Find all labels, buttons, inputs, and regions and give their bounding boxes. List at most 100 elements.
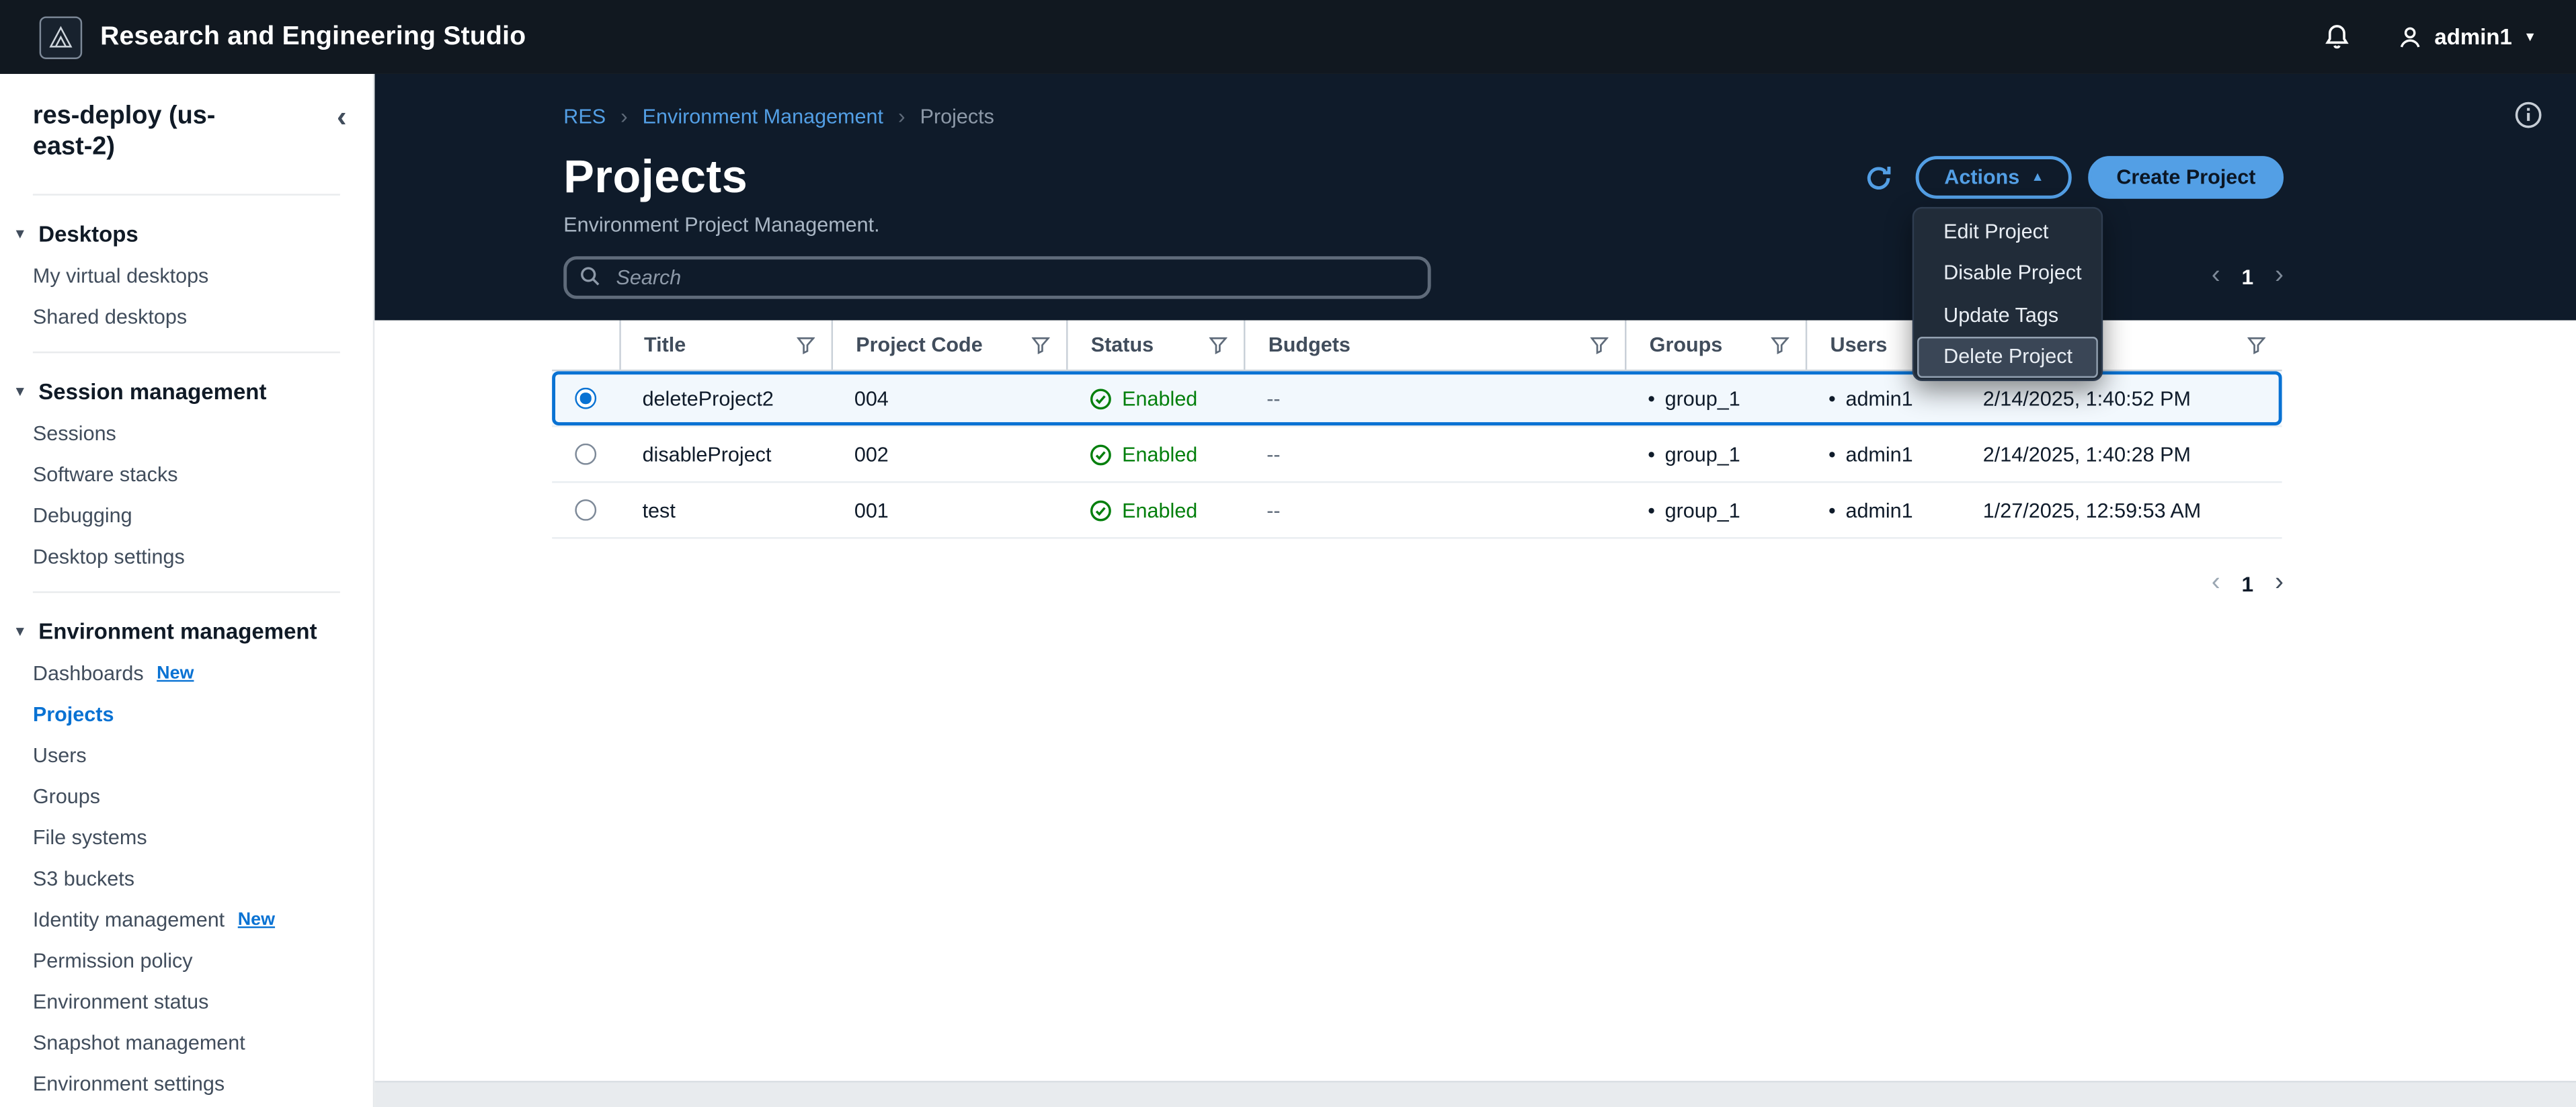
sidebar-item-file-systems[interactable]: File systems bbox=[0, 817, 373, 858]
sidebar-item-s3-buckets[interactable]: S3 buckets bbox=[0, 859, 373, 900]
info-icon[interactable] bbox=[2507, 93, 2550, 136]
row-radio[interactable] bbox=[575, 444, 596, 465]
cell-project-code: 002 bbox=[832, 443, 1066, 466]
sidebar-item-sessions[interactable]: Sessions bbox=[0, 413, 373, 454]
sidebar-item-snapshot-management[interactable]: Snapshot management bbox=[0, 1023, 373, 1064]
bottom-pagination: ‹ 1 › bbox=[2212, 570, 2284, 596]
filter-icon[interactable] bbox=[2247, 336, 2265, 354]
cell-budgets: -- bbox=[1244, 499, 1625, 522]
cell-users: •admin1 bbox=[1806, 387, 1960, 410]
filter-icon[interactable] bbox=[797, 336, 815, 354]
cell-created-on-value: 1/27/2025, 12:59:53 AM bbox=[1983, 499, 2201, 522]
pagination-page-number[interactable]: 1 bbox=[2242, 571, 2254, 596]
column-header-selection bbox=[552, 321, 619, 370]
main-content: RES › Environment Management › Projects … bbox=[374, 74, 2576, 1107]
pagination-prev-icon[interactable]: ‹ bbox=[2212, 263, 2220, 289]
create-project-button[interactable]: Create Project bbox=[2089, 156, 2284, 199]
page-header: RES › Environment Management › Projects … bbox=[374, 74, 2576, 321]
section-caret-down-icon: ▼ bbox=[13, 383, 28, 399]
table-row[interactable]: disableProject002Enabled--•group_1•admin… bbox=[552, 427, 2282, 483]
sidebar-item-label: S3 buckets bbox=[33, 867, 134, 892]
sidebar-divider bbox=[33, 351, 340, 352]
breadcrumb: RES › Environment Management › Projects bbox=[563, 104, 2284, 128]
sidebar-item-groups[interactable]: Groups bbox=[0, 776, 373, 817]
pagination-next-icon[interactable]: › bbox=[2275, 570, 2284, 596]
column-header-title[interactable]: Title bbox=[619, 321, 831, 370]
row-radio[interactable] bbox=[575, 499, 596, 521]
search-input[interactable] bbox=[563, 256, 1431, 299]
top-pagination: ‹ 1 › bbox=[2212, 263, 2284, 289]
column-header-project-code[interactable]: Project Code bbox=[832, 321, 1066, 370]
user-name: admin1 bbox=[2434, 25, 2512, 50]
cell-selection bbox=[552, 444, 619, 465]
sidebar-item-software-stacks[interactable]: Software stacks bbox=[0, 454, 373, 495]
column-header-budgets[interactable]: Budgets bbox=[1244, 321, 1625, 370]
sidebar-item-dashboards[interactable]: Dashboards New bbox=[0, 653, 373, 694]
refresh-icon[interactable] bbox=[1857, 156, 1900, 199]
bullet-icon: • bbox=[1648, 387, 1655, 410]
filter-icon[interactable] bbox=[1032, 336, 1050, 354]
cell-status: Enabled bbox=[1066, 443, 1244, 466]
sidebar-item-environment-settings[interactable]: Environment settings bbox=[0, 1064, 373, 1105]
pagination-next-icon[interactable]: › bbox=[2275, 263, 2284, 289]
bullet-icon: • bbox=[1828, 443, 1836, 466]
search-icon bbox=[578, 264, 601, 295]
pagination-page-number[interactable]: 1 bbox=[2242, 263, 2254, 288]
row-radio[interactable] bbox=[575, 388, 596, 409]
filter-icon[interactable] bbox=[1209, 336, 1227, 354]
column-header-label: Title bbox=[644, 333, 686, 356]
menu-item-disable-project[interactable]: Disable Project bbox=[1914, 252, 2101, 294]
cell-status: Enabled bbox=[1066, 387, 1244, 410]
cell-title-value: disableProject bbox=[643, 443, 772, 466]
table-content: TitleProject CodeStatusBudgetsGroupsUser… bbox=[374, 321, 2576, 1081]
pagination-prev-icon[interactable]: ‹ bbox=[2212, 570, 2220, 596]
cell-title: disableProject bbox=[619, 443, 831, 466]
actions-button[interactable]: Actions ▲ bbox=[1917, 156, 2072, 199]
sidebar-item-label: Dashboards bbox=[33, 661, 144, 686]
sidebar-item-label: Environment status bbox=[33, 990, 208, 1015]
user-menu[interactable]: admin1 ▼ bbox=[2397, 24, 2536, 50]
cell-users: • admin1 bbox=[1806, 443, 1960, 466]
title-row: Projects Actions ▲ Create Project bbox=[563, 149, 2284, 205]
sidebar-item-identity-management[interactable]: Identity management New bbox=[0, 900, 373, 941]
sidebar-item-users[interactable]: Users bbox=[0, 735, 373, 776]
cell-created-on-value: 2/14/2025, 1:40:28 PM bbox=[1983, 443, 2191, 466]
sidebar-item-projects[interactable]: Projects bbox=[0, 694, 373, 735]
filter-icon[interactable] bbox=[1771, 336, 1789, 354]
menu-item-update-tags[interactable]: Update Tags bbox=[1914, 294, 2101, 335]
sidebar-item-label: Identity management bbox=[33, 908, 225, 933]
menu-item-delete-project[interactable]: Delete Project bbox=[1917, 336, 2098, 378]
filter-icon[interactable] bbox=[1591, 336, 1609, 354]
sidebar-section-environment-management[interactable]: ▼Environment management bbox=[0, 606, 373, 653]
sidebar-item-permission-policy[interactable]: Permission policy bbox=[0, 941, 373, 982]
section-caret-down-icon: ▼ bbox=[13, 225, 28, 241]
cell-budgets-value: -- bbox=[1266, 443, 1280, 466]
user-icon bbox=[2397, 24, 2423, 50]
cell-users-value: admin1 bbox=[1845, 443, 1913, 466]
status-enabled-icon bbox=[1089, 387, 1112, 410]
sidebar-nav: ▼DesktopsMy virtual desktops Shared deskt… bbox=[0, 208, 373, 1105]
table-row[interactable]: test001Enabled--•group_1•admin11/27/2025… bbox=[552, 483, 2282, 539]
sidebar-section-session-management[interactable]: ▼Session management bbox=[0, 366, 373, 413]
cell-budgets-value: -- bbox=[1266, 499, 1280, 522]
collapse-sidebar-icon[interactable]: ‹ bbox=[337, 102, 347, 132]
breadcrumb-res[interactable]: RES bbox=[563, 104, 606, 127]
breadcrumb-environment-management[interactable]: Environment Management bbox=[643, 104, 883, 127]
new-badge: New bbox=[157, 663, 194, 684]
sidebar-item-label: Groups bbox=[33, 785, 100, 810]
sidebar-item-desktop-settings[interactable]: Desktop settings bbox=[0, 537, 373, 578]
bottom-scrollbar-track[interactable] bbox=[374, 1081, 2576, 1107]
new-badge: New bbox=[238, 909, 275, 931]
sidebar-item-debugging[interactable]: Debugging bbox=[0, 495, 373, 536]
sidebar-item-shared-desktops[interactable]: Shared desktops bbox=[0, 297, 373, 338]
column-header-groups[interactable]: Groups bbox=[1625, 321, 1806, 370]
actions-menu: Edit ProjectDisable ProjectUpdate TagsDe… bbox=[1913, 207, 2103, 381]
menu-item-edit-project[interactable]: Edit Project bbox=[1914, 210, 2101, 252]
sidebar-item-label: Shared desktops bbox=[33, 305, 187, 330]
sidebar-section-desktops[interactable]: ▼Desktops bbox=[0, 208, 373, 256]
sidebar-item-environment-status[interactable]: Environment status bbox=[0, 982, 373, 1023]
bullet-icon: • bbox=[1828, 499, 1836, 522]
sidebar-item-my-virtual-desktops[interactable]: My virtual desktops bbox=[0, 256, 373, 297]
notifications-bell-icon[interactable] bbox=[2323, 23, 2351, 51]
column-header-status[interactable]: Status bbox=[1066, 321, 1244, 370]
